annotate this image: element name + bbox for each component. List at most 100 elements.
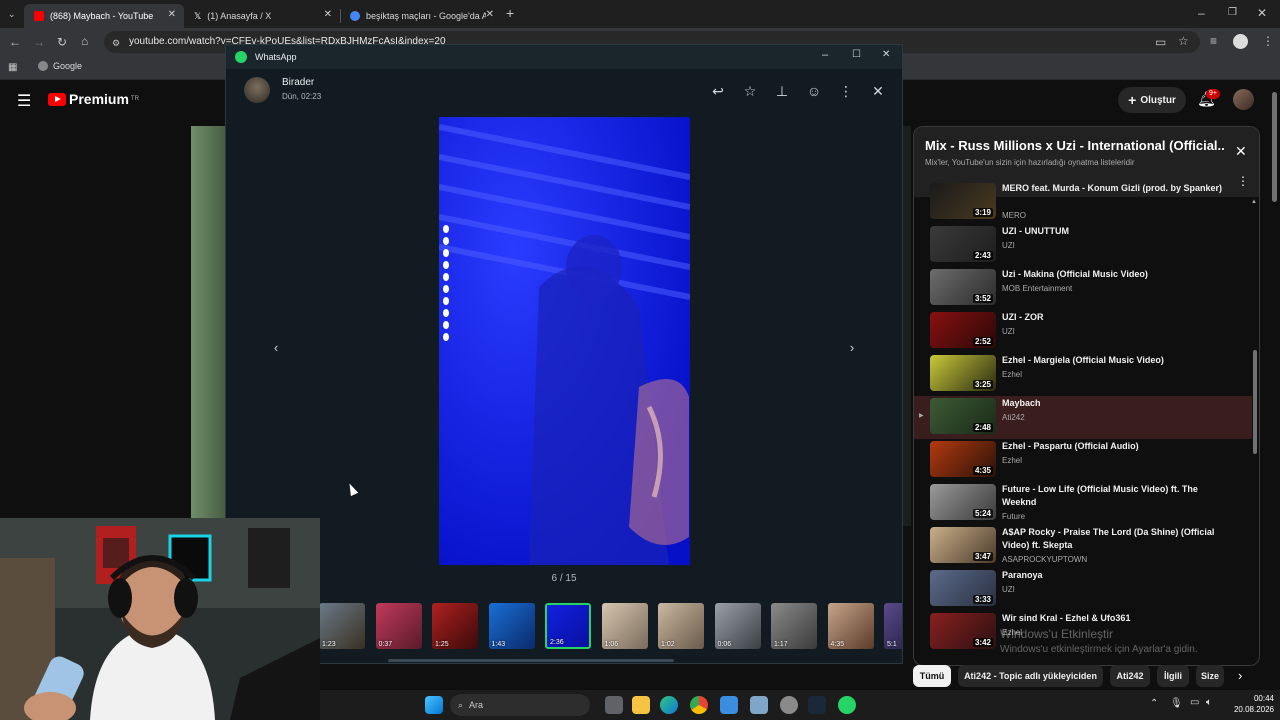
playlist-thumbnail[interactable]: 2:48 xyxy=(930,398,996,434)
playlist-title[interactable]: Mix - Russ Millions x Uzi - Internationa… xyxy=(925,138,1225,153)
task-view-icon[interactable] xyxy=(605,696,623,714)
playlist-item-title[interactable]: UZI - UNUTTUM xyxy=(1002,225,1232,238)
clock[interactable]: 00:44 20.08.2026 xyxy=(1224,693,1274,715)
more-options-icon[interactable]: ⋮ xyxy=(838,84,854,98)
playlist-item-title[interactable]: Paranoya xyxy=(1002,569,1232,582)
hamburger-menu-icon[interactable]: ☰ xyxy=(17,91,31,111)
whatsapp-taskbar-icon[interactable] xyxy=(838,696,856,714)
playlist-item[interactable]: 4:35 Ezhel - Paspartu (Official Audio) Ezh… xyxy=(914,439,1252,482)
google-bookmark[interactable]: Google xyxy=(38,61,82,71)
tab-x[interactable]: 𝕏 (1) Anasayfa / X ✕ xyxy=(184,4,340,28)
browser-menu-icon[interactable]: ⋮ xyxy=(1262,35,1274,47)
microphone-icon[interactable]: 🎙︎ xyxy=(1170,698,1183,709)
create-button[interactable]: + Oluştur xyxy=(1118,87,1186,113)
bookmark-star-icon[interactable]: ☆ xyxy=(1178,35,1189,47)
thumbnail-scrollbar[interactable] xyxy=(388,659,674,662)
playlist-item-channel[interactable]: Ezhel xyxy=(1002,370,1022,379)
media-controls-icon[interactable]: ≡ xyxy=(1210,35,1217,47)
playlist-item[interactable]: 2:52 UZI - ZOR UZI xyxy=(914,310,1252,353)
chip-topic-uploader[interactable]: Ati242 - Topic adlı yükleyiciden xyxy=(958,665,1103,687)
wa-maximize-icon[interactable]: ☐ xyxy=(852,49,861,60)
close-tab-icon[interactable]: ✕ xyxy=(486,9,494,20)
chrome-icon[interactable] xyxy=(690,696,708,714)
media-thumbnail[interactable]: 5:1 xyxy=(884,603,902,649)
playlist-item-channel[interactable]: UZI xyxy=(1002,241,1015,250)
chip-related[interactable]: İlgili xyxy=(1157,665,1189,687)
playlist-thumbnail[interactable]: 3:33 xyxy=(930,570,996,606)
page-scrollbar[interactable] xyxy=(1272,92,1277,202)
playlist-thumbnail[interactable]: 3:19 xyxy=(930,183,996,219)
chip-for-you[interactable]: Size xyxy=(1196,665,1224,687)
playlist-item[interactable]: 3:52 Uzi - Makina (Official Music Video) M… xyxy=(914,267,1252,310)
site-info-icon[interactable]: ⚙ xyxy=(112,37,120,49)
back-icon[interactable]: ← xyxy=(9,36,21,48)
file-explorer-icon[interactable] xyxy=(632,696,650,714)
close-playlist-icon[interactable]: ✕ xyxy=(1235,143,1247,160)
playlist-item-channel[interactable]: ASAPROCKYUPTOWN xyxy=(1002,555,1087,564)
playlist-item[interactable]: 3:25 Ezhel - Margiela (Official Music Vid… xyxy=(914,353,1252,396)
new-tab-icon[interactable]: + xyxy=(506,6,514,20)
playlist-item-channel[interactable]: MOB Entertainment xyxy=(1002,284,1072,293)
media-video[interactable] xyxy=(439,117,690,565)
playlist-item[interactable]: 3:19 MERO feat. Murda - Konum Gizli (prod… xyxy=(914,181,1252,224)
forward-icon[interactable]: → xyxy=(33,36,45,48)
media-thumbnail[interactable]: 1:06 xyxy=(601,603,648,649)
playlist-item[interactable]: 3:47 A$AP Rocky - Praise The Lord (Da Shi… xyxy=(914,525,1252,568)
playlist-item-title[interactable]: Future - Low Life (Official Music Video)… xyxy=(1002,483,1232,509)
wa-close-window-icon[interactable]: ✕ xyxy=(882,49,890,60)
playlist-thumbnail[interactable]: 2:43 xyxy=(930,226,996,262)
account-avatar[interactable] xyxy=(1233,89,1254,110)
show-hidden-icons-icon[interactable]: ⌃ xyxy=(1150,698,1158,709)
media-thumbnail[interactable]: 0:37 xyxy=(375,603,422,649)
star-icon[interactable]: ☆ xyxy=(742,84,758,98)
store-icon[interactable] xyxy=(720,696,738,714)
playlist-item-title[interactable]: Uzi - Makina (Official Music Video) xyxy=(1002,268,1232,281)
playlist-item[interactable]: 2:43 UZI - UNUTTUM UZI xyxy=(914,224,1252,267)
playlist-item-channel[interactable]: UZI xyxy=(1002,585,1015,594)
playlist-thumbnail[interactable]: 3:25 xyxy=(930,355,996,391)
taskbar-search[interactable]: ⌕ Ara xyxy=(450,694,590,716)
playlist-item-channel[interactable]: MERO xyxy=(1002,211,1026,220)
playlist-thumbnail[interactable]: 4:35 xyxy=(930,441,996,477)
playlist-item-channel[interactable]: Future xyxy=(1002,512,1025,521)
minimize-window-icon[interactable]: – xyxy=(1198,7,1205,19)
playlist-item-title[interactable]: Ezhel - Margiela (Official Music Video) xyxy=(1002,354,1232,367)
settings-app-icon[interactable] xyxy=(750,696,768,714)
previous-media-icon[interactable]: ‹ xyxy=(267,340,285,358)
playlist-item[interactable]: ▶ 2:48 Maybach Ati242 xyxy=(914,396,1252,439)
next-media-icon[interactable]: › xyxy=(843,340,861,358)
youtube-premium-logo[interactable]: Premium TR xyxy=(48,91,139,107)
playlist-item-channel[interactable]: UZI xyxy=(1002,327,1015,336)
restore-window-icon[interactable]: ❐ xyxy=(1228,7,1237,19)
playlist-item-title[interactable]: Wir sind Kral - Ezhel & Ufo361 xyxy=(1002,612,1232,625)
media-thumbnail[interactable]: 2:36 xyxy=(545,603,591,649)
close-window-icon[interactable]: ✕ xyxy=(1257,7,1267,19)
close-viewer-icon[interactable]: ✕ xyxy=(870,84,886,98)
apps-grid-icon[interactable]: ▦ xyxy=(8,62,17,74)
media-thumbnail[interactable]: 1:43 xyxy=(488,603,535,649)
media-thumbnail[interactable]: 1:17 xyxy=(771,603,817,649)
playlist-thumbnail[interactable]: 3:47 xyxy=(930,527,996,563)
playlist-item[interactable]: 5:24 Future - Low Life (Official Music Vi… xyxy=(914,482,1252,525)
reply-icon[interactable]: ↩ xyxy=(710,84,726,98)
app-icon[interactable] xyxy=(780,696,798,714)
volume-icon[interactable]: 🔈︎ xyxy=(1206,697,1212,708)
playlist-thumbnail[interactable]: 3:52 xyxy=(930,269,996,305)
playlist-thumbnail[interactable]: 2:52 xyxy=(930,312,996,348)
playlist-thumbnail[interactable]: 5:24 xyxy=(930,484,996,520)
react-emoji-icon[interactable]: ☺ xyxy=(806,84,822,98)
playlist-item-title[interactable]: MERO feat. Murda - Konum Gizli (prod. by… xyxy=(1002,182,1232,195)
playlist-item-title[interactable]: Maybach xyxy=(1002,397,1232,410)
tab-search-chevron-icon[interactable]: ⌄ xyxy=(8,8,16,20)
wa-minimize-icon[interactable]: – xyxy=(822,49,828,61)
playlist-item-channel[interactable]: Ati242 xyxy=(1002,413,1025,422)
media-thumbnail[interactable]: 1:23 xyxy=(320,603,365,649)
media-thumbnail[interactable]: 0:06 xyxy=(714,603,761,649)
playlist-item-title[interactable]: Ezhel - Paspartu (Official Audio) xyxy=(1002,440,1232,453)
playlist-item-channel[interactable]: Ezhel xyxy=(1002,456,1022,465)
media-thumbnail[interactable]: 1:25 xyxy=(432,603,478,649)
playlist-scrollbar[interactable] xyxy=(1253,350,1257,454)
reload-icon[interactable]: ↻ xyxy=(57,36,67,48)
network-icon[interactable]: ▭ xyxy=(1190,697,1199,708)
cast-icon[interactable]: ▭ xyxy=(1155,36,1166,48)
